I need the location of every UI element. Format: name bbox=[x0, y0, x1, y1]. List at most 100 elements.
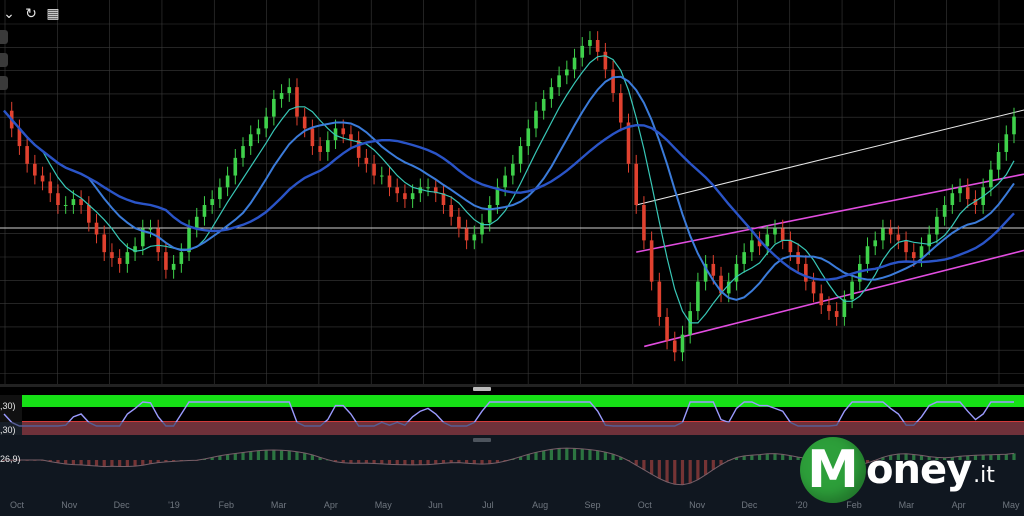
candle-body bbox=[804, 263, 808, 282]
candle-body bbox=[580, 45, 585, 58]
candle-body bbox=[48, 181, 53, 194]
moving-averages bbox=[3, 55, 1015, 324]
candle-body bbox=[935, 216, 939, 235]
candle-body bbox=[326, 140, 330, 152]
candle-body bbox=[1012, 116, 1016, 135]
candle-body bbox=[565, 69, 569, 76]
candle-body bbox=[218, 187, 222, 200]
candle-body bbox=[557, 75, 561, 88]
candle-body bbox=[110, 252, 114, 259]
panel-tab[interactable] bbox=[0, 53, 8, 67]
candle-body bbox=[865, 246, 870, 264]
candle-body bbox=[526, 128, 531, 147]
candle-body bbox=[302, 116, 307, 129]
resistance-trendline bbox=[636, 109, 1024, 206]
candle-body bbox=[572, 57, 577, 70]
candle-body bbox=[989, 169, 993, 188]
candle-body bbox=[117, 258, 122, 264]
candle-body bbox=[341, 128, 346, 135]
refresh-icon[interactable]: ↻ bbox=[22, 4, 40, 22]
candle-body bbox=[780, 228, 785, 241]
candle-body bbox=[819, 293, 824, 306]
candle-body bbox=[272, 98, 276, 117]
candle-body bbox=[202, 205, 207, 217]
candle-body bbox=[449, 205, 453, 217]
candle-body bbox=[503, 175, 507, 188]
rsi-top-label: ,30) bbox=[0, 401, 16, 411]
candle-body bbox=[603, 51, 608, 70]
ma-slow-line bbox=[3, 109, 1015, 281]
pane-resize-handle bbox=[473, 387, 491, 391]
candle-body bbox=[56, 193, 60, 205]
candle-body bbox=[194, 216, 199, 229]
candle-body bbox=[904, 240, 908, 253]
candle-body bbox=[225, 175, 230, 188]
candle-body bbox=[996, 151, 1001, 170]
candle-body bbox=[958, 187, 962, 194]
candle-body bbox=[457, 216, 461, 229]
candle-body bbox=[410, 193, 415, 200]
chevron-down-icon[interactable]: ⌄ bbox=[0, 4, 18, 22]
candle-body bbox=[403, 193, 407, 200]
candle-body bbox=[94, 222, 99, 235]
candle-body bbox=[742, 252, 746, 264]
candle-body bbox=[256, 128, 261, 135]
brand-logo-badge: M bbox=[800, 437, 866, 503]
channel-upper-line bbox=[636, 173, 1024, 253]
candle-body bbox=[896, 234, 901, 241]
candle-body bbox=[796, 252, 800, 264]
candle-body bbox=[672, 340, 677, 353]
candle-body bbox=[834, 311, 839, 317]
candle-body bbox=[148, 228, 153, 230]
rsi-overbought-band bbox=[22, 395, 1024, 407]
panel-tab[interactable] bbox=[0, 30, 8, 44]
candle-body bbox=[87, 205, 91, 223]
candle-body bbox=[264, 116, 268, 129]
candle-body bbox=[850, 281, 854, 300]
candle-body bbox=[63, 205, 68, 206]
candle-body bbox=[696, 281, 700, 312]
candle-body bbox=[626, 122, 631, 164]
candle-body bbox=[518, 146, 523, 164]
candle-body bbox=[487, 205, 492, 223]
candle-body bbox=[372, 163, 376, 176]
candle-body bbox=[750, 240, 754, 253]
candle-body bbox=[102, 234, 107, 253]
chart-toolbar: ⌄ ↻ ▦ bbox=[0, 4, 62, 22]
candle-body bbox=[618, 93, 623, 123]
brand-name: oney bbox=[866, 447, 972, 493]
candle-body bbox=[71, 199, 76, 205]
calendar-icon[interactable]: ▦ bbox=[44, 4, 62, 22]
candle-body bbox=[588, 40, 592, 46]
ma-medium-line bbox=[3, 75, 1015, 301]
candle-body bbox=[549, 87, 554, 99]
candle-body bbox=[33, 163, 37, 176]
candle-body bbox=[279, 93, 284, 99]
candle-body bbox=[665, 316, 669, 341]
panel-tab[interactable] bbox=[0, 76, 8, 90]
candle-body bbox=[511, 163, 515, 176]
candle-body bbox=[611, 69, 615, 94]
candle-body bbox=[25, 146, 29, 164]
brand-initial: M bbox=[807, 440, 859, 500]
candle-body bbox=[811, 281, 816, 294]
candle-body bbox=[942, 205, 947, 217]
candle-body bbox=[595, 40, 600, 52]
candle-body bbox=[842, 299, 847, 317]
candle-body bbox=[318, 146, 322, 152]
candle-body bbox=[156, 228, 160, 253]
channel-lower-line bbox=[644, 249, 1024, 348]
candle-body bbox=[888, 228, 893, 235]
candle-body bbox=[911, 252, 916, 259]
candle-body bbox=[765, 234, 770, 247]
candle-body bbox=[164, 252, 168, 270]
candle-body bbox=[179, 252, 184, 264]
candle-body bbox=[649, 240, 654, 282]
price-candles bbox=[9, 31, 1016, 362]
candle-body bbox=[965, 187, 970, 200]
candle-body bbox=[881, 228, 885, 241]
brand-logo: M oney .it bbox=[800, 430, 1020, 510]
candle-body bbox=[950, 193, 955, 205]
candle-body bbox=[711, 263, 716, 276]
candle-body bbox=[171, 263, 176, 270]
